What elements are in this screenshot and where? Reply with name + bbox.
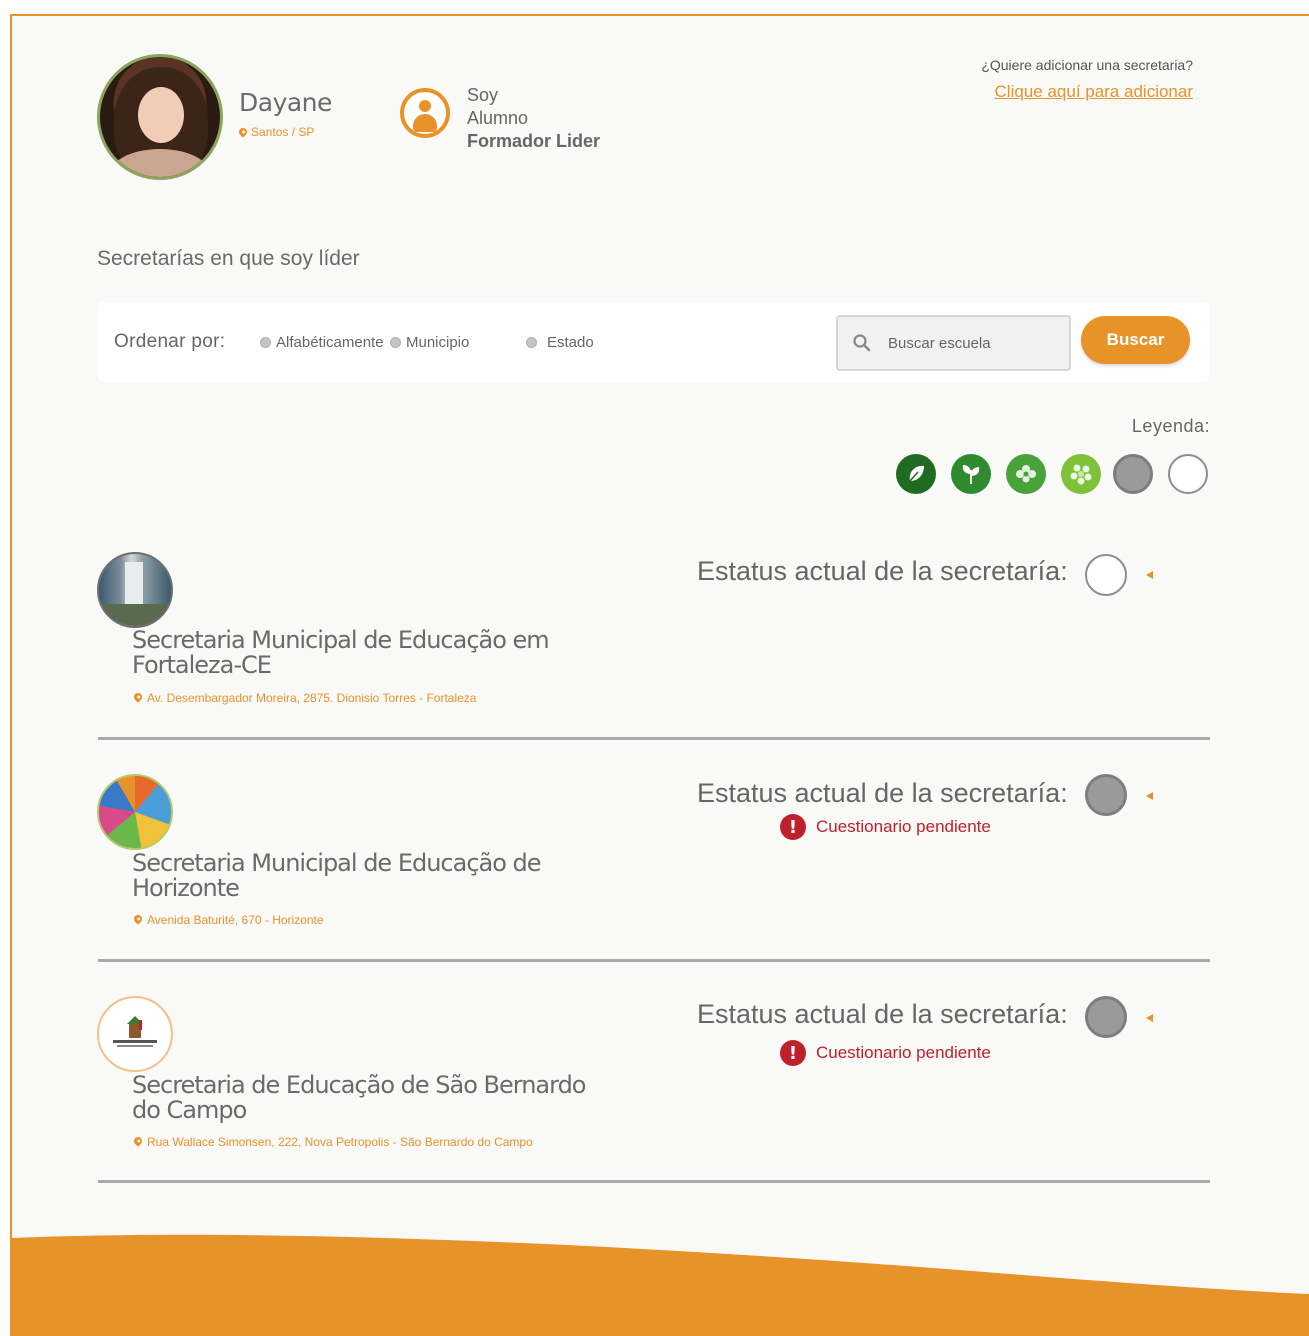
secretaria-title[interactable]: Secretaria Municipal de Educação de Hori… bbox=[132, 851, 592, 901]
pending-text: Cuestionario pendiente bbox=[816, 817, 991, 836]
gray-circle-icon bbox=[1113, 454, 1153, 494]
role-line-1: Soy bbox=[467, 85, 499, 105]
status-label: Estatus actual de la secretaría: bbox=[697, 556, 1068, 586]
radio-label: Alfabéticamente bbox=[276, 334, 384, 351]
bush-icon bbox=[1061, 454, 1101, 494]
secretaria-thumbnail[interactable] bbox=[97, 774, 173, 850]
status-label: Estatus actual de la secretaría: bbox=[697, 778, 1068, 808]
secretaria-title[interactable]: Secretaria Municipal de Educação em Fort… bbox=[132, 628, 592, 678]
radio-municipio[interactable]: Municipio bbox=[390, 334, 469, 351]
status-empty-circle-icon bbox=[1085, 554, 1127, 596]
alert-icon: ! bbox=[780, 1040, 806, 1066]
location-pin-icon bbox=[237, 126, 249, 138]
pending-text: Cuestionario pendiente bbox=[816, 1043, 991, 1062]
search-icon bbox=[853, 334, 871, 352]
secretaria-address-text: Avenida Baturité, 670 - Horizonte bbox=[147, 913, 324, 927]
empty-circle-icon bbox=[1168, 454, 1208, 494]
secretaria-thumbnail[interactable] bbox=[97, 996, 173, 1072]
row-divider bbox=[98, 959, 1210, 962]
pending-notice[interactable]: ! Cuestionario pendiente bbox=[780, 814, 991, 840]
location-pin-icon bbox=[132, 913, 144, 925]
radio-dot-icon bbox=[526, 337, 537, 348]
row-divider bbox=[98, 737, 1210, 740]
status-gray-circle-icon bbox=[1085, 996, 1127, 1038]
role-line-2: Alumno bbox=[467, 108, 529, 128]
row-divider bbox=[98, 1180, 1210, 1183]
search-button[interactable]: Buscar bbox=[1081, 316, 1190, 364]
secretaria-address: Rua Wallace Simonsen, 222, Nova Petropol… bbox=[132, 1135, 584, 1149]
radio-label: Estado bbox=[547, 334, 594, 351]
secretaria-address: Av. Desembargador Moreira, 2875. Dionisi… bbox=[132, 691, 594, 705]
radio-dot-icon bbox=[390, 337, 401, 348]
profile-location: Santos / SP bbox=[237, 125, 315, 139]
profile-location-text: Santos / SP bbox=[251, 125, 315, 139]
student-icon bbox=[400, 88, 450, 138]
secretaria-address: Avenida Baturité, 670 - Horizonte bbox=[132, 913, 594, 927]
secretaria-address-text: Av. Desembargador Moreira, 2875. Dionisi… bbox=[147, 691, 477, 705]
location-pin-icon bbox=[132, 691, 144, 703]
profile-name: Dayane bbox=[239, 88, 332, 117]
caret-left-icon[interactable] bbox=[1146, 1014, 1153, 1022]
role-line-3: Formador Lider bbox=[467, 131, 601, 151]
add-secretaria-question: ¿Quiere adicionar una secretaria? bbox=[981, 57, 1193, 73]
secretaria-title[interactable]: Secretaria de Educação de São Bernardo d… bbox=[132, 1073, 592, 1123]
leaf-icon bbox=[896, 454, 936, 494]
add-secretaria-link[interactable]: Clique aquí para adicionar bbox=[830, 82, 1193, 102]
radio-label: Municipio bbox=[406, 334, 470, 351]
tree-icon bbox=[1006, 454, 1046, 494]
pending-notice[interactable]: ! Cuestionario pendiente bbox=[780, 1040, 991, 1066]
caret-left-icon[interactable] bbox=[1146, 792, 1153, 800]
radio-dot-icon bbox=[260, 337, 271, 348]
search-input[interactable] bbox=[886, 333, 1050, 353]
alert-icon: ! bbox=[780, 814, 806, 840]
legend-label: Leyenda: bbox=[1131, 416, 1210, 436]
section-title: Secretarías en que soy líder bbox=[97, 247, 360, 270]
location-pin-icon bbox=[132, 1135, 144, 1147]
role-text: Soy Alumno Formador Lider bbox=[467, 84, 600, 153]
status-label: Estatus actual de la secretaría: bbox=[697, 999, 1068, 1029]
footer-wave bbox=[10, 1234, 1309, 1336]
radio-estado[interactable]: Estado bbox=[526, 334, 594, 351]
radio-alfabeticamente[interactable]: Alfabéticamente bbox=[260, 334, 384, 351]
avatar[interactable] bbox=[97, 54, 223, 180]
order-by-label: Ordenar por: bbox=[114, 331, 226, 352]
secretaria-address-text: Rua Wallace Simonsen, 222, Nova Petropol… bbox=[147, 1135, 533, 1149]
search-box bbox=[836, 315, 1071, 371]
secretaria-thumbnail[interactable] bbox=[97, 552, 173, 628]
caret-left-icon[interactable] bbox=[1146, 571, 1153, 579]
sprout-icon bbox=[951, 454, 991, 494]
status-gray-circle-icon bbox=[1085, 774, 1127, 816]
